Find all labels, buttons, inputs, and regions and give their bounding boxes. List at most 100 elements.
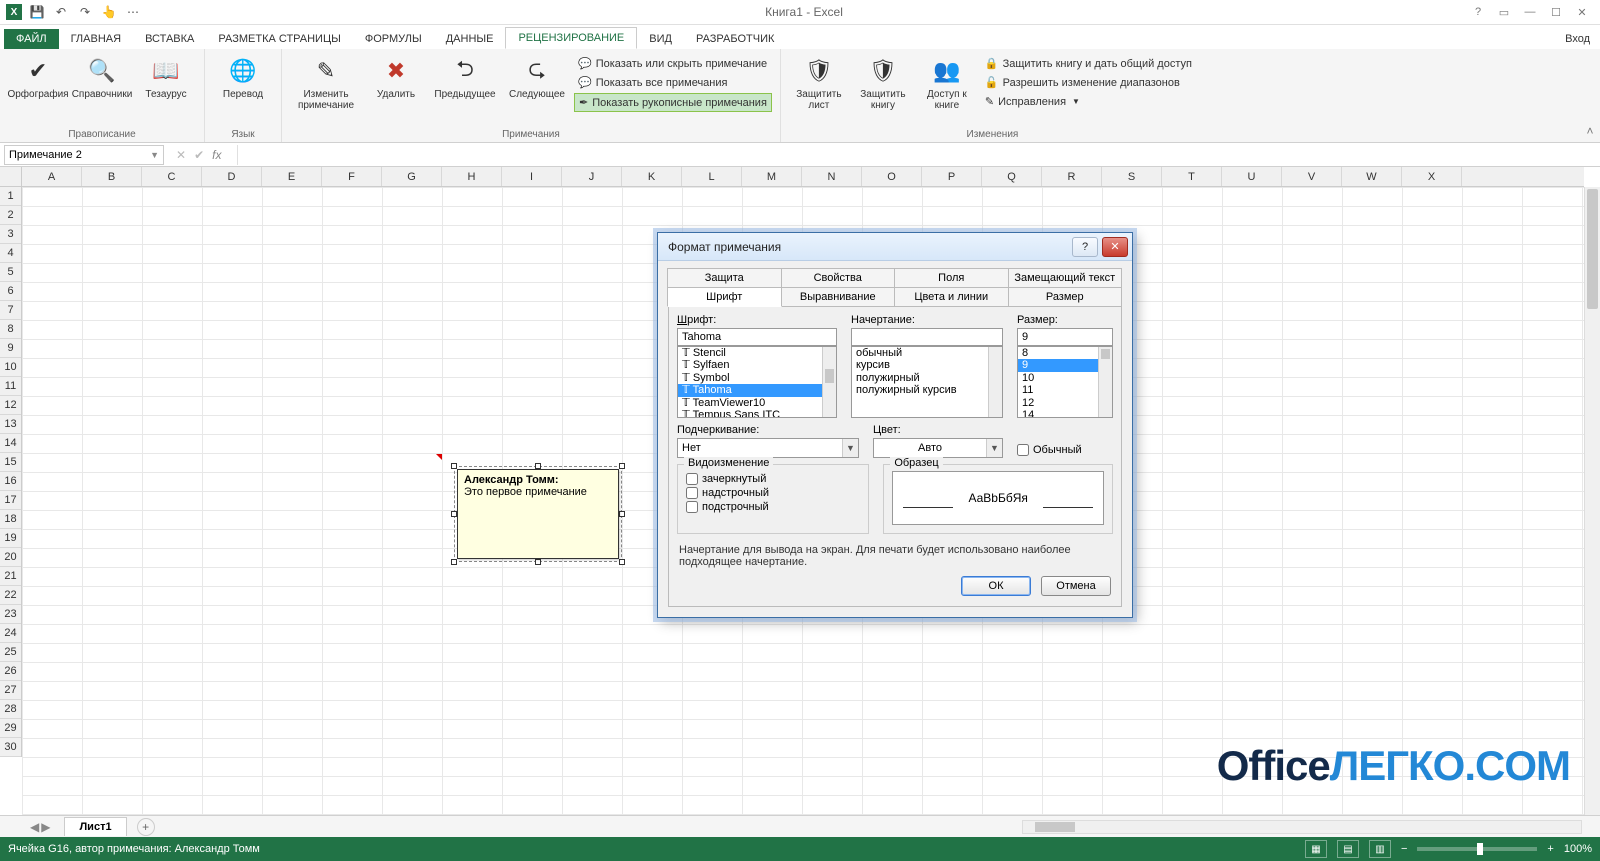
row-header[interactable]: 28: [0, 700, 21, 719]
col-header[interactable]: U: [1222, 167, 1282, 186]
style-option[interactable]: обычный: [852, 347, 1002, 359]
row-header[interactable]: 25: [0, 643, 21, 662]
horizontal-scrollbar[interactable]: [1022, 820, 1582, 834]
row-header[interactable]: 11: [0, 377, 21, 396]
translate-button[interactable]: 🌐Перевод: [213, 53, 273, 102]
col-header[interactable]: L: [682, 167, 742, 186]
zoom-slider[interactable]: [1417, 847, 1537, 851]
research-button[interactable]: 🔍Справочники: [72, 53, 132, 102]
dialog-titlebar[interactable]: Формат примечания ? ✕: [658, 233, 1132, 261]
column-headers[interactable]: ABCDEFGHIJKLMNOPQRSTUVWX: [22, 167, 1584, 187]
col-header[interactable]: X: [1402, 167, 1462, 186]
qat-save-icon[interactable]: 💾: [28, 3, 46, 21]
thesaurus-button[interactable]: 📖Тезаурус: [136, 53, 196, 102]
row-header[interactable]: 1: [0, 187, 21, 206]
accept-formula-icon[interactable]: ✔: [194, 148, 204, 162]
col-header[interactable]: E: [262, 167, 322, 186]
row-header[interactable]: 14: [0, 434, 21, 453]
row-header[interactable]: 3: [0, 225, 21, 244]
row-header[interactable]: 29: [0, 719, 21, 738]
size-input[interactable]: [1017, 328, 1113, 346]
style-listbox[interactable]: обычныйкурсивполужирныйполужирный курсив: [851, 346, 1003, 418]
col-header[interactable]: K: [622, 167, 682, 186]
edit-comment-button[interactable]: ✎Изменить примечание: [290, 53, 362, 113]
font-option[interactable]: 𝕋 Stencil: [678, 347, 836, 359]
row-header[interactable]: 27: [0, 681, 21, 700]
maximize-icon[interactable]: ☐: [1544, 3, 1568, 21]
sign-in-link[interactable]: Вход: [1555, 29, 1600, 49]
chevron-down-icon[interactable]: ▼: [986, 439, 1002, 457]
spelling-button[interactable]: ✔Орфография: [8, 53, 68, 102]
tab-review[interactable]: РЕЦЕНЗИРОВАНИЕ: [505, 27, 637, 49]
size-listbox[interactable]: 8910111214: [1017, 346, 1113, 418]
dlg-tab-properties[interactable]: Свойства: [781, 268, 896, 288]
vertical-scrollbar[interactable]: [1584, 187, 1600, 815]
col-header[interactable]: C: [142, 167, 202, 186]
row-header[interactable]: 4: [0, 244, 21, 263]
row-header[interactable]: 23: [0, 605, 21, 624]
ok-button[interactable]: ОК: [961, 576, 1031, 596]
row-header[interactable]: 7: [0, 301, 21, 320]
col-header[interactable]: P: [922, 167, 982, 186]
col-header[interactable]: G: [382, 167, 442, 186]
tab-developer[interactable]: РАЗРАБОТЧИК: [684, 29, 786, 49]
row-headers[interactable]: 1234567891011121314151617181920212223242…: [0, 187, 22, 757]
tab-view[interactable]: ВИД: [637, 29, 684, 49]
sheet-tab[interactable]: Лист1: [64, 817, 126, 836]
strikethrough-checkbox[interactable]: зачеркнутый: [686, 473, 860, 485]
row-header[interactable]: 5: [0, 263, 21, 282]
chevron-down-icon[interactable]: ▼: [150, 150, 159, 160]
col-header[interactable]: B: [82, 167, 142, 186]
row-header[interactable]: 18: [0, 510, 21, 529]
row-header[interactable]: 26: [0, 662, 21, 681]
col-header[interactable]: W: [1342, 167, 1402, 186]
dialog-help-button[interactable]: ?: [1072, 237, 1098, 257]
col-header[interactable]: S: [1102, 167, 1162, 186]
tab-page-layout[interactable]: РАЗМЕТКА СТРАНИЦЫ: [206, 29, 352, 49]
subscript-checkbox[interactable]: подстрочный: [686, 501, 860, 513]
style-option[interactable]: полужирный: [852, 372, 1002, 384]
normal-view-icon[interactable]: ▦: [1305, 840, 1327, 858]
tab-file[interactable]: ФАЙЛ: [4, 29, 59, 49]
font-option[interactable]: 𝕋 Tempus Sans ITC: [678, 409, 836, 418]
protect-sheet-button[interactable]: 🛡Защитить лист: [789, 53, 849, 113]
select-all-corner[interactable]: [0, 167, 22, 187]
superscript-checkbox[interactable]: надстрочный: [686, 487, 860, 499]
dlg-tab-protection[interactable]: Защита: [667, 268, 782, 288]
tab-home[interactable]: ГЛАВНАЯ: [59, 29, 133, 49]
add-sheet-button[interactable]: +: [137, 818, 155, 836]
show-ink-comments-button[interactable]: ✒Показать рукописные примечания: [574, 93, 772, 112]
row-header[interactable]: 20: [0, 548, 21, 567]
row-header[interactable]: 13: [0, 415, 21, 434]
normal-checkbox[interactable]: Обычный: [1017, 444, 1113, 456]
col-header[interactable]: O: [862, 167, 922, 186]
dialog-close-button[interactable]: ✕: [1102, 237, 1128, 257]
name-box[interactable]: Примечание 2▼: [4, 145, 164, 165]
row-header[interactable]: 6: [0, 282, 21, 301]
dlg-tab-colors-lines[interactable]: Цвета и линии: [894, 287, 1009, 307]
row-header[interactable]: 22: [0, 586, 21, 605]
dlg-tab-size[interactable]: Размер: [1008, 287, 1123, 307]
row-header[interactable]: 30: [0, 738, 21, 757]
formula-input[interactable]: [237, 145, 1600, 165]
row-header[interactable]: 16: [0, 472, 21, 491]
tab-insert[interactable]: ВСТАВКА: [133, 29, 206, 49]
dlg-tab-font[interactable]: Шрифт: [667, 287, 782, 307]
underline-combo[interactable]: Нет▼: [677, 438, 859, 458]
next-comment-button[interactable]: ⮎Следующее: [504, 53, 570, 102]
row-header[interactable]: 19: [0, 529, 21, 548]
col-header[interactable]: F: [322, 167, 382, 186]
col-header[interactable]: D: [202, 167, 262, 186]
col-header[interactable]: H: [442, 167, 502, 186]
page-break-view-icon[interactable]: ▥: [1369, 840, 1391, 858]
font-option[interactable]: 𝕋 Sylfaen: [678, 359, 836, 371]
zoom-out-icon[interactable]: −: [1401, 843, 1407, 855]
track-changes-button[interactable]: ✎Исправления▼: [981, 93, 1196, 110]
qat-touch-icon[interactable]: 👆: [100, 3, 118, 21]
font-option[interactable]: 𝕋 Tahoma: [678, 384, 836, 396]
row-header[interactable]: 21: [0, 567, 21, 586]
qat-undo-icon[interactable]: ↶: [52, 3, 70, 21]
collapse-ribbon-icon[interactable]: ˄: [1580, 49, 1600, 142]
allow-ranges-button[interactable]: 🔓Разрешить изменение диапазонов: [981, 74, 1196, 91]
sheet-nav-prev-icon[interactable]: ◀: [30, 820, 39, 834]
